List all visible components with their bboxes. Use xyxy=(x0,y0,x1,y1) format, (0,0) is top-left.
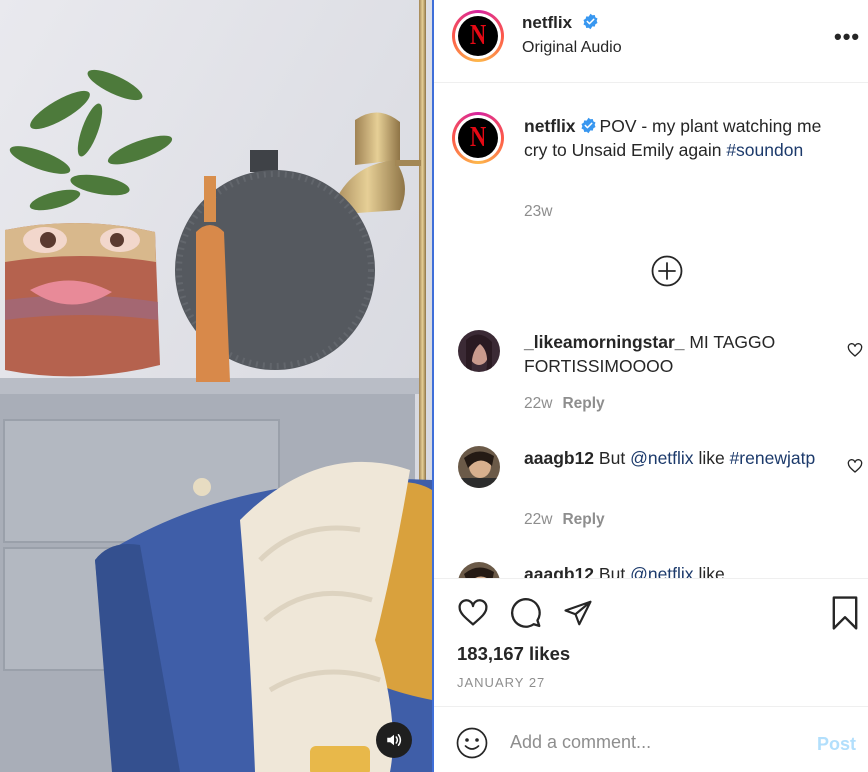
comment-username[interactable]: _likeamorningstar_ xyxy=(524,332,684,352)
post-media[interactable] xyxy=(0,0,432,772)
comment-bubble-icon[interactable] xyxy=(509,597,542,630)
comment-item: _likeamorningstar_ MI TAGGO FORTISSIMOOO… xyxy=(524,330,844,378)
commenter-avatar[interactable] xyxy=(458,562,500,578)
author-username[interactable]: netflix xyxy=(522,13,572,32)
avatar-photo xyxy=(458,562,500,578)
comments-list[interactable]: N netflix POV - my plant watching me cry… xyxy=(434,84,868,578)
plus-circle-icon[interactable] xyxy=(651,255,683,287)
caption-meta: 23w xyxy=(524,203,552,221)
netflix-logo: N xyxy=(458,118,498,158)
speaker-icon xyxy=(387,734,402,746)
comment-hashtag[interactable]: #renewjatp xyxy=(730,448,816,468)
post-actions: 183,167 likes JANUARY 27 xyxy=(434,578,868,706)
heart-icon[interactable] xyxy=(456,597,490,629)
author-avatar[interactable]: N xyxy=(452,10,504,62)
caption-time[interactable]: 23w xyxy=(524,203,552,220)
reply-button[interactable]: Reply xyxy=(562,511,604,528)
audio-label[interactable]: Original Audio xyxy=(522,39,622,57)
avatar-photo xyxy=(458,446,500,488)
caption-avatar[interactable]: N xyxy=(452,112,504,164)
post-video-frame xyxy=(0,0,432,772)
comment-meta: 22w Reply xyxy=(524,511,605,529)
caption-username[interactable]: netflix xyxy=(524,116,576,136)
comment-mention[interactable]: @netflix xyxy=(630,564,693,578)
avatar-photo xyxy=(458,330,500,372)
sound-toggle-button[interactable] xyxy=(376,722,412,758)
verified-badge-icon xyxy=(583,13,598,30)
comment-composer: Post xyxy=(434,706,868,772)
commenter-avatar[interactable] xyxy=(458,446,500,488)
comment-body: But xyxy=(598,448,626,468)
comment-body: But xyxy=(598,564,626,578)
netflix-logo: N xyxy=(458,16,498,56)
comment-time[interactable]: 22w xyxy=(524,511,552,528)
post-comment-button[interactable]: Post xyxy=(817,734,856,755)
like-count[interactable]: 183,167 likes xyxy=(457,643,570,665)
smiley-icon[interactable] xyxy=(456,727,488,759)
verified-badge-icon xyxy=(581,117,596,134)
heart-icon[interactable] xyxy=(847,458,863,474)
post-header: N netflix Original Audio ••• xyxy=(434,0,868,83)
commenter-avatar[interactable] xyxy=(458,330,500,372)
comment-input[interactable] xyxy=(510,729,800,755)
more-options-button[interactable]: ••• xyxy=(834,24,860,50)
comment-mention[interactable]: @netflix xyxy=(630,448,693,468)
author-name-row: netflix xyxy=(522,13,599,33)
bookmark-icon[interactable] xyxy=(831,596,859,630)
comment-item: aaagb12 But @netflix like #renewjatp xyxy=(524,446,844,470)
comment-item: aaagb12 But @netflix like xyxy=(524,562,844,578)
caption-text: netflix POV - my plant watching me cry t… xyxy=(524,114,844,162)
comment-time[interactable]: 22w xyxy=(524,395,552,412)
reply-button[interactable]: Reply xyxy=(562,395,604,412)
comment-body-end: like xyxy=(698,448,725,468)
post-date[interactable]: JANUARY 27 xyxy=(457,675,545,690)
comment-meta: 22w Reply xyxy=(524,395,605,413)
comment-username[interactable]: aaagb12 xyxy=(524,564,594,578)
post-details-panel: N netflix Original Audio ••• N netflix P… xyxy=(434,0,868,772)
comment-body-end: like xyxy=(698,564,725,578)
paper-plane-icon[interactable] xyxy=(562,598,594,628)
caption-hashtag[interactable]: #soundon xyxy=(726,140,803,160)
comment-username[interactable]: aaagb12 xyxy=(524,448,594,468)
heart-icon[interactable] xyxy=(847,342,863,358)
